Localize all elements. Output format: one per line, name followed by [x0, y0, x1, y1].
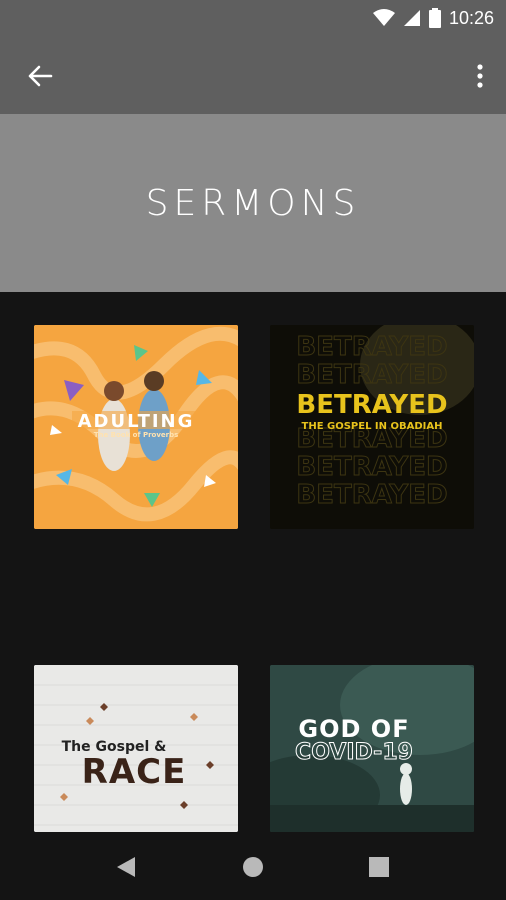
- nav-home-button[interactable]: [238, 852, 268, 882]
- race-artwork: The Gospel & RACE: [34, 665, 238, 832]
- system-nav-bar: [0, 832, 506, 900]
- recents-square-icon: [369, 857, 389, 877]
- back-button[interactable]: [22, 58, 58, 94]
- sermon-subtitle-adulting: The Book of Proverbs: [94, 431, 179, 439]
- back-triangle-icon: [117, 857, 135, 877]
- sermon-card-betrayed[interactable]: BETRAYED BETRAYED BETRAYED BETRAYED BETR…: [270, 325, 474, 529]
- sermon-title-betrayed: BETRAYED: [296, 390, 447, 420]
- svg-text:BETRAYED: BETRAYED: [296, 480, 447, 510]
- betrayed-artwork: BETRAYED BETRAYED BETRAYED BETRAYED BETR…: [270, 325, 474, 529]
- sermon-card-adulting[interactable]: ADULTING The Book of Proverbs: [34, 325, 238, 529]
- svg-text:BETRAYED: BETRAYED: [296, 452, 447, 482]
- app-bar: [0, 36, 506, 114]
- adulting-artwork: ADULTING The Book of Proverbs: [34, 325, 238, 529]
- svg-text:BETRAYED: BETRAYED: [296, 332, 447, 362]
- sermon-title-adulting: ADULTING: [78, 411, 195, 432]
- sermon-grid: ADULTING The Book of Proverbs BETRAYED B…: [0, 292, 506, 832]
- sermon-title-race: RACE: [82, 752, 187, 792]
- status-bar: 10:26: [0, 0, 506, 36]
- sermon-card-race[interactable]: The Gospel & RACE: [34, 665, 238, 832]
- status-time: 10:26: [448, 7, 494, 28]
- sermon-subtitle-betrayed: THE GOSPEL IN OBADIAH: [302, 421, 443, 432]
- covid-artwork: GOD OF COVID-19: [270, 665, 474, 832]
- home-circle-icon: [243, 857, 263, 877]
- svg-text:BETRAYED: BETRAYED: [296, 360, 447, 390]
- arrow-left-icon: [28, 65, 53, 87]
- wifi-icon: [372, 9, 395, 26]
- sermon-subtitle-covid: COVID-19: [295, 740, 413, 765]
- page-title: SERMONS: [145, 182, 361, 224]
- nav-back-button[interactable]: [111, 852, 141, 882]
- cell-signal-icon: [403, 10, 420, 26]
- sermon-title-covid: GOD OF: [298, 715, 409, 743]
- sermon-card-god-of-covid[interactable]: GOD OF COVID-19: [270, 665, 474, 832]
- status-icons: 10:26: [372, 6, 494, 30]
- battery-icon: [428, 8, 441, 28]
- nav-recents-button[interactable]: [364, 852, 394, 882]
- more-vert-icon: [477, 64, 483, 88]
- more-options-button[interactable]: [468, 58, 492, 94]
- hero-banner: SERMONS: [0, 114, 506, 292]
